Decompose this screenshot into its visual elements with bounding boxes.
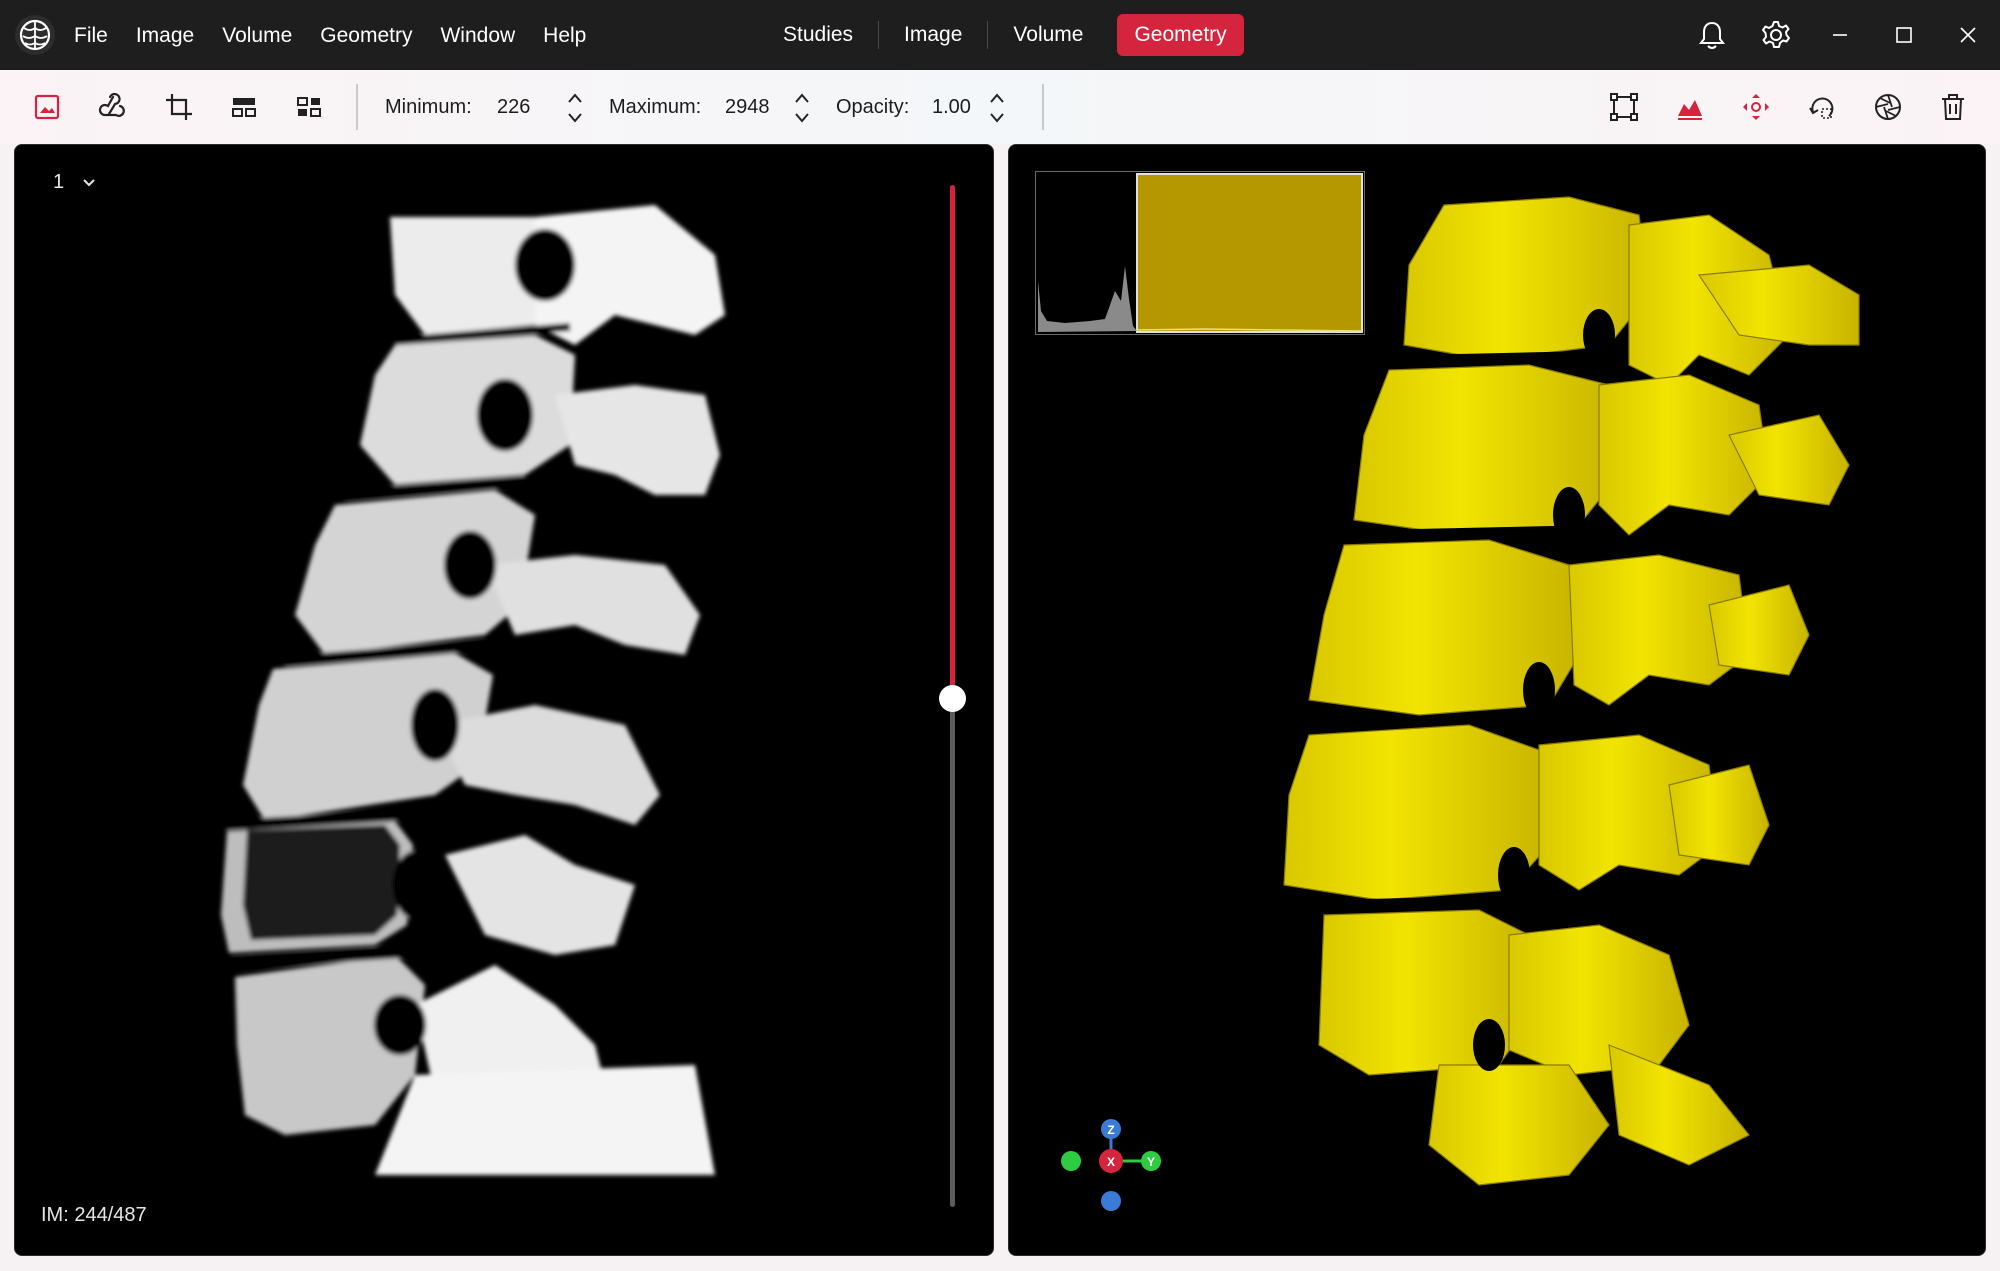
minimum-value[interactable]: 226 [497,96,530,119]
surface-render-button[interactable] [1669,86,1711,128]
tab-divider [878,21,880,49]
slice-slider-track[interactable] [950,697,955,1207]
toolbar-divider [1042,84,1044,130]
notifications-button[interactable] [1680,0,1744,70]
menu-geometry[interactable]: Geometry [306,0,426,70]
camera-button[interactable] [1867,86,1909,128]
maximize-button[interactable] [1872,0,1936,70]
layout-grid-icon [297,97,321,117]
trash-icon [1942,94,1964,120]
slice-slider-fill[interactable] [950,185,955,697]
layout-grid-button[interactable] [288,86,330,128]
segmentation-button[interactable] [92,86,134,128]
image-icon [34,94,60,120]
move-arrows-icon [1743,94,1769,120]
menu-bar: File Image Volume Geometry Window Help [60,0,600,70]
rotate-reset-icon [1809,97,1834,119]
maximize-icon [1896,27,1912,43]
mountain-chart-icon [1678,100,1702,120]
geometry-viewport[interactable]: Z Y X [1008,144,1986,1256]
minimize-icon [1833,34,1847,36]
window-controls [1680,0,2000,70]
delete-button[interactable] [1932,86,1974,128]
gear-icon [1762,21,1790,48]
maximum-label: Maximum: [609,96,702,118]
move-button[interactable] [1735,86,1777,128]
menu-file[interactable]: File [60,0,122,70]
tab-geometry[interactable]: Geometry [1117,14,1244,56]
slice-info: IM: 244/487 [41,1204,147,1226]
svg-text:X: X [1107,1155,1115,1169]
brain-logo-icon[interactable] [14,14,56,56]
menu-volume[interactable]: Volume [208,0,306,70]
minimum-spinner[interactable] [563,88,587,128]
svg-text:Y: Y [1147,1155,1155,1169]
ct-slice-image [221,205,725,1175]
menu-window[interactable]: Window [426,0,529,70]
layout-rows-button[interactable] [223,86,265,128]
minimum-label: Minimum: [385,96,472,118]
orientation-axes-widget[interactable]: Z Y X [1045,1117,1175,1227]
settings-button[interactable] [1744,0,1808,70]
image-view-button[interactable] [26,86,68,128]
bell-icon [1699,21,1725,49]
opacity-spinner[interactable] [985,88,1009,128]
tab-volume[interactable]: Volume [996,14,1100,56]
series-selector[interactable]: 1 [53,171,96,194]
close-button[interactable] [1936,0,2000,70]
close-icon [1960,27,1976,43]
menu-help[interactable]: Help [529,0,600,70]
toolbar: Minimum: 226 Maximum: 2948 Opacity: 1.00 [0,70,2000,144]
bounding-box-icon [1610,93,1638,121]
minimize-button[interactable] [1808,0,1872,70]
chevron-down-icon [83,178,95,186]
svg-text:Z: Z [1107,1123,1114,1137]
layout-rows-icon [232,98,256,117]
reset-view-button[interactable] [1801,86,1843,128]
menu-image[interactable]: Image [122,0,208,70]
crop-button[interactable] [158,86,200,128]
series-number: 1 [53,171,65,193]
threshold-range[interactable] [1136,173,1363,333]
histogram-widget[interactable] [1035,171,1365,335]
maximum-spinner[interactable] [790,88,814,128]
opacity-value[interactable]: 1.00 [932,96,971,119]
maximum-value[interactable]: 2948 [725,96,770,119]
tab-divider [987,21,989,49]
toolbar-divider [356,84,358,130]
crop-icon [166,94,192,120]
opacity-label: Opacity: [836,96,910,118]
aperture-icon [1875,94,1901,120]
bounding-box-button[interactable] [1603,86,1645,128]
tab-studies[interactable]: Studies [766,14,870,56]
slice-viewport[interactable]: 1 IM: 244/487 [14,144,994,1256]
webhook-icon [98,92,125,117]
slice-slider-thumb[interactable] [939,685,966,712]
tab-image[interactable]: Image [887,14,979,56]
title-bar: File Image Volume Geometry Window Help S… [0,0,2000,70]
mode-tabs: Studies Image Volume Geometry [766,14,1244,56]
